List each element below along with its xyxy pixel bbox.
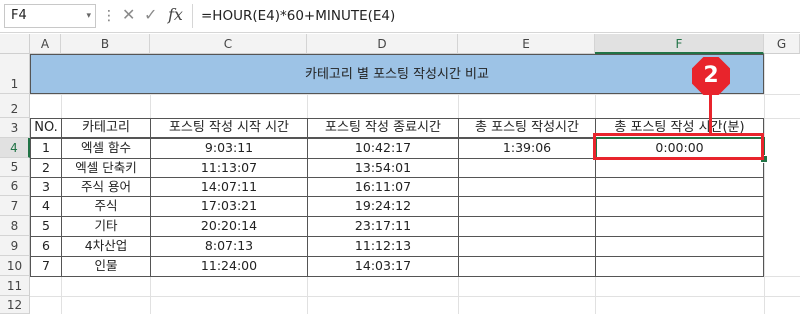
step-badge: 2 [692,57,730,95]
cell-no[interactable]: 3 [30,177,62,197]
check-icon[interactable]: ✓ [144,5,157,24]
formula-input[interactable]: =HOUR(E4)*60+MINUTE(E4) [192,4,796,28]
gridline [764,54,765,314]
cell-no[interactable]: 5 [30,216,62,237]
row-header-4[interactable]: 4 [0,138,30,158]
header-category[interactable]: 카테고리 [61,118,151,138]
cell-category[interactable]: 기타 [61,216,151,237]
more-options-icon[interactable]: ⋮ [102,7,116,25]
name-box[interactable]: F4 ▾ [4,4,96,28]
cell-end-time[interactable]: 23:17:11 [307,216,459,237]
select-all-corner[interactable] [0,34,30,54]
formula-bar: F4 ▾ ⋮ ✕ ✓ fx =HOUR(E4)*60+MINUTE(E4) [0,0,800,33]
callout-connector [709,92,712,134]
row-header-5[interactable]: 5 [0,158,30,177]
chevron-down-icon[interactable]: ▾ [86,5,91,27]
cell-total-minutes[interactable] [595,177,764,197]
insert-function-icon[interactable]: fx [168,5,183,24]
name-box-value: F4 [11,8,27,23]
cell-end-time[interactable]: 11:12:13 [307,236,459,257]
header-no[interactable]: NO. [30,118,62,138]
cell-total-minutes[interactable] [595,236,764,257]
cell-total-time[interactable] [458,196,596,217]
cell-end-time[interactable]: 16:11:07 [307,177,459,197]
cell-start-time[interactable]: 8:07:13 [150,236,308,257]
row-header-12[interactable]: 12 [0,296,30,314]
column-header-e[interactable]: E [458,34,595,54]
row-header-3[interactable]: 3 [0,118,30,138]
cell-start-time[interactable]: 11:24:00 [150,256,308,277]
column-header-f[interactable]: F [595,34,764,54]
cell-total-time[interactable] [458,256,596,277]
cell-category[interactable]: 4차산업 [61,236,151,257]
row-header-8[interactable]: 8 [0,216,30,236]
cell-start-time[interactable]: 9:03:11 [150,138,308,159]
formula-controls: ✕ ✓ fx [116,3,190,29]
cancel-icon[interactable]: ✕ [122,5,135,24]
cell-category[interactable]: 엑셀 단축키 [61,158,151,178]
row-header-11[interactable]: 11 [0,276,30,296]
cell-start-time[interactable]: 14:07:11 [150,177,308,197]
header-total-time[interactable]: 총 포스팅 작성시간 [458,118,596,138]
cell-total-minutes[interactable] [595,256,764,277]
row-header-2[interactable]: 2 [0,94,30,118]
cell-no[interactable]: 4 [30,196,62,217]
cell-end-time[interactable]: 10:42:17 [307,138,459,159]
cell-no[interactable]: 6 [30,236,62,257]
row-header-1[interactable]: 1 [0,54,30,94]
cell-end-time[interactable]: 14:03:17 [307,256,459,277]
column-header-g[interactable]: G [764,34,800,54]
row-header-9[interactable]: 9 [0,236,30,256]
cell-total-time[interactable] [458,236,596,257]
column-header-c[interactable]: C [150,34,307,54]
cell-category[interactable]: 주식 용어 [61,177,151,197]
column-header-a[interactable]: A [30,34,61,54]
cell-total-time[interactable] [458,177,596,197]
row-header-7[interactable]: 7 [0,196,30,216]
cell-total-minutes[interactable] [595,158,764,178]
cell-end-time[interactable]: 13:54:01 [307,158,459,178]
cell-total-time[interactable] [458,216,596,237]
highlight-box [593,133,764,160]
column-header-d[interactable]: D [307,34,458,54]
column-header-b[interactable]: B [61,34,150,54]
cell-start-time[interactable]: 17:03:21 [150,196,308,217]
cell-start-time[interactable]: 11:13:07 [150,158,308,178]
cell-no[interactable]: 1 [30,138,62,159]
cell-total-minutes[interactable] [595,196,764,217]
cell-total-minutes[interactable] [595,216,764,237]
cell-no[interactable]: 7 [30,256,62,277]
cell-total-time[interactable] [458,158,596,178]
gridline [30,296,800,297]
row-header-10[interactable]: 10 [0,256,30,276]
cell-category[interactable]: 인물 [61,256,151,277]
cell-category[interactable]: 주식 [61,196,151,217]
cell-end-time[interactable]: 19:24:12 [307,196,459,217]
cell-no[interactable]: 2 [30,158,62,178]
cell-total-time[interactable]: 1:39:06 [458,138,596,159]
cell-category[interactable]: 엑셀 함수 [61,138,151,159]
header-end-time[interactable]: 포스팅 작성 종료시간 [307,118,459,138]
row-header-6[interactable]: 6 [0,177,30,196]
cell-start-time[interactable]: 20:20:14 [150,216,308,237]
sheet-title[interactable]: 카테고리 별 포스팅 작성시간 비교 [30,54,764,94]
header-start-time[interactable]: 포스팅 작성 시작 시간 [150,118,308,138]
